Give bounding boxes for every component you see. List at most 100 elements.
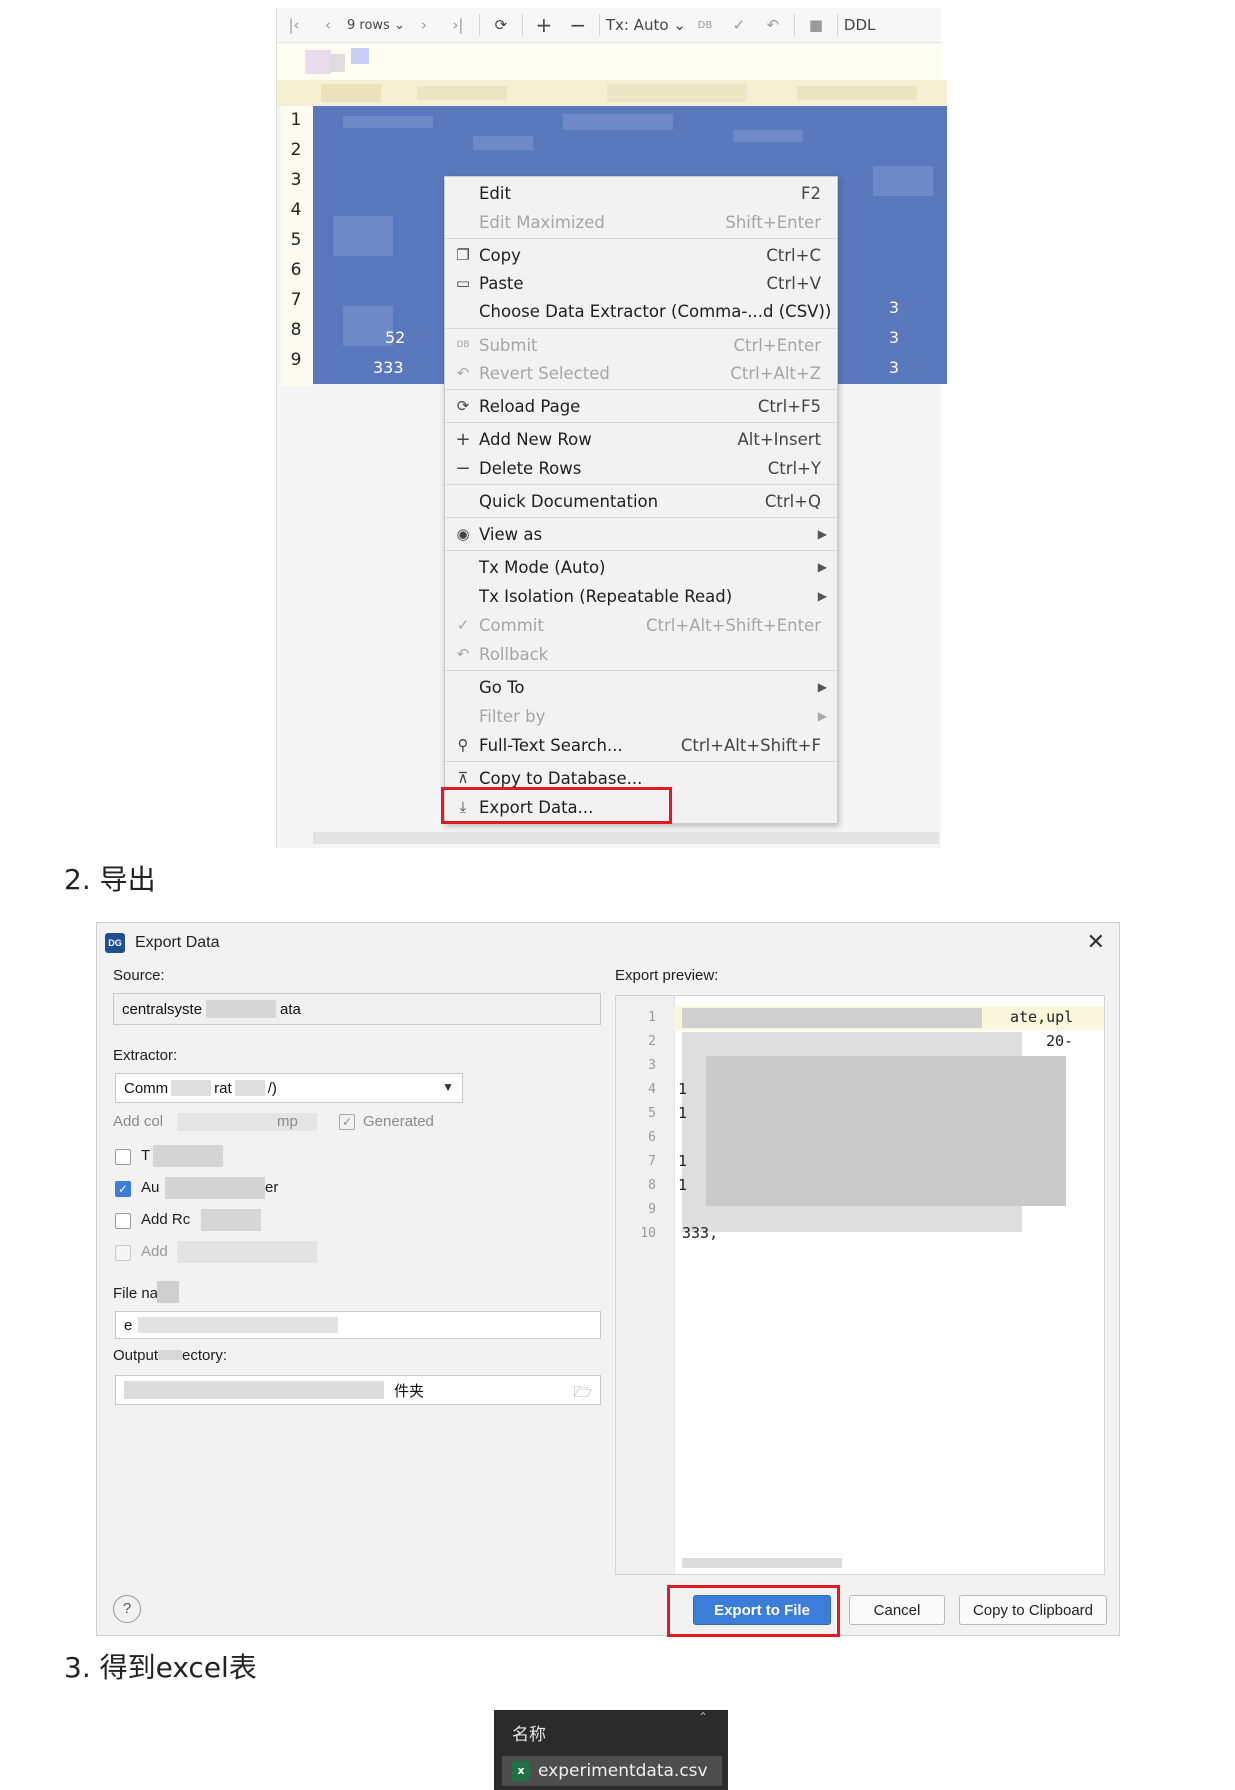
menu-item-submit[interactable]: DB Submit Ctrl+Enter [445,331,837,359]
first-page-icon[interactable]: |‹ [279,12,309,38]
line-number: 1 [648,1010,656,1025]
output-directory-input[interactable]: 件夹 🗁 [115,1375,601,1405]
menu-item-full-text-search[interactable]: ⚲ Full-Text Search... Ctrl+Alt+Shift+F [445,731,837,759]
file-name-input[interactable]: e [115,1311,601,1339]
menu-separator [445,238,837,239]
column-header-name[interactable]: 名称 [512,1720,546,1745]
export-data-highlight-box [441,787,672,824]
menu-item-tx-isolation[interactable]: Tx Isolation (Repeatable Read) ▶ [445,582,837,610]
option-label-1: T [141,1147,151,1164]
cell-value[interactable]: 3 [889,298,899,317]
menu-separator [445,550,837,551]
menu-item-edit[interactable]: Edit F2 [445,179,837,207]
dialog-title: Export Data [135,934,220,951]
menu-item-paste[interactable]: ▭ Paste Ctrl+V [445,269,837,297]
dialog-title-bar: DG Export Data [105,929,219,957]
submenu-arrow-icon: ▶ [817,560,827,574]
submenu-arrow-icon: ▶ [817,709,827,723]
prev-page-icon[interactable]: ‹ [313,12,343,38]
menu-separator [445,670,837,671]
cell-value[interactable]: 3 [889,358,899,377]
menu-item-commit[interactable]: ✓ Commit Ctrl+Alt+Shift+Enter [445,611,837,639]
menu-item-copy[interactable]: ❐ Copy Ctrl+C [445,241,837,269]
menu-item-quick-documentation[interactable]: Quick Documentation Ctrl+Q [445,487,837,515]
commit-icon[interactable]: ✓ [724,12,754,38]
pixelated-header-area [277,44,941,80]
menu-item-tx-mode[interactable]: Tx Mode (Auto) ▶ [445,553,837,581]
option-label-4: Add [141,1243,168,1260]
preview-fragment: 20- [1046,1032,1074,1050]
reload-icon: ⟳ [456,397,470,415]
menu-item-add-new-row[interactable]: + Add New Row Alt+Insert [445,425,837,453]
option-checkbox-4[interactable] [115,1245,131,1261]
step-3-heading: 3. 得到excel表 [64,1651,257,1684]
next-page-icon[interactable]: › [409,12,439,38]
step-2-heading: 2. 导出 [64,863,156,896]
cancel-button[interactable]: Cancel [849,1595,945,1625]
option-checkbox-3[interactable] [115,1213,131,1229]
rows-count-dropdown[interactable]: 9 rows ⌄ [347,12,405,38]
tx-mode-dropdown[interactable]: Tx: Auto ⌄ [606,12,686,38]
tx-mode-label: Tx: Auto [605,16,669,34]
file-list-item[interactable]: x experimentdata.csv [502,1756,722,1786]
cell-value[interactable]: 3 [889,328,899,347]
row-number-gutter: 1 2 3 4 5 6 7 8 9 [281,106,313,386]
menu-item-choose-data-extractor[interactable]: Choose Data Extractor (Comma-...d (CSV)) [445,297,837,325]
menu-item-view-as[interactable]: ◉ View as ▶ [445,520,837,548]
line-number: 7 [648,1154,656,1169]
export-to-file-highlight-box [667,1585,840,1637]
menu-separator [445,389,837,390]
row-number[interactable]: 3 [281,170,311,190]
folder-icon[interactable]: 🗁 [573,1382,592,1407]
cell-value[interactable]: 333 [373,358,404,377]
option-checkbox-1[interactable] [115,1149,131,1165]
stop-icon[interactable]: ■ [801,12,831,38]
file-name-label: File na [113,1285,159,1302]
row-number[interactable]: 1 [281,110,311,130]
row-number[interactable]: 7 [281,290,311,310]
row-number[interactable]: 4 [281,200,311,220]
row-number[interactable]: 5 [281,230,311,250]
submenu-arrow-icon: ▶ [817,680,827,694]
close-icon[interactable]: ✕ [1087,929,1105,955]
db-submit-icon[interactable]: DB [690,12,720,38]
plus-icon: + [455,428,471,450]
row-number[interactable]: 9 [281,350,311,370]
menu-item-delete-rows[interactable]: − Delete Rows Ctrl+Y [445,454,837,482]
copy-to-clipboard-button[interactable]: Copy to Clipboard [959,1595,1107,1625]
submenu-arrow-icon: ▶ [817,589,827,603]
search-icon: ⚲ [457,736,469,754]
line-number: 6 [648,1130,656,1145]
export-preview-pane[interactable]: 1 2 3 4 5 6 7 8 9 10 ate,upl 20- 1 1 1 1… [615,995,1105,1575]
menu-item-reload-page[interactable]: ⟳ Reload Page Ctrl+F5 [445,392,837,420]
preview-fragment: 1 [678,1152,688,1170]
extractor-select[interactable]: Comm rat /) ▼ [115,1073,463,1103]
help-button[interactable]: ? [113,1595,141,1623]
preview-scrollbar[interactable] [682,1558,842,1568]
delete-row-icon[interactable]: − [563,12,593,38]
extractor-value-tail: /) [267,1079,277,1097]
row-number[interactable]: 8 [281,320,311,340]
menu-item-go-to[interactable]: Go To ▶ [445,673,837,701]
rollback-icon: ↶ [456,645,470,663]
menu-item-revert-selected[interactable]: ↶ Revert Selected Ctrl+Alt+Z [445,359,837,387]
line-number: 10 [640,1226,656,1241]
toolbar-divider [598,14,600,36]
row-number[interactable]: 6 [281,260,311,280]
row-number[interactable]: 2 [281,140,311,160]
horizontal-scrollbar[interactable] [313,832,939,844]
reload-icon[interactable]: ⟳ [486,12,516,38]
menu-item-filter-by[interactable]: Filter by ▶ [445,702,837,730]
cell-value[interactable]: 52 [385,328,405,347]
menu-item-edit-maximized[interactable]: Edit Maximized Shift+Enter [445,208,837,236]
copy-icon: ❐ [456,246,470,264]
rollback-icon[interactable]: ↶ [758,12,788,38]
menu-item-rollback[interactable]: ↶ Rollback [445,640,837,668]
preview-fragment: 1 [678,1176,688,1194]
last-page-icon[interactable]: ›| [443,12,473,38]
revert-icon: ↶ [456,364,470,382]
ddl-button[interactable]: DDL [844,12,875,38]
add-row-icon[interactable]: + [529,12,559,38]
option-checkbox-2[interactable]: ✓ [115,1181,131,1197]
generated-checkbox[interactable]: ✓ [339,1114,355,1130]
